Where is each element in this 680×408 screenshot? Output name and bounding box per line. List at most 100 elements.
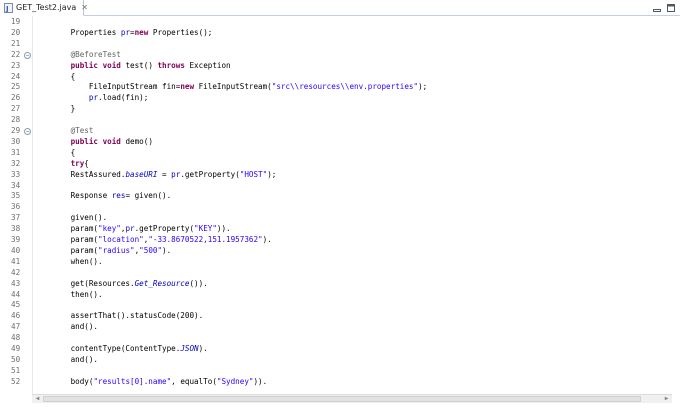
code-line[interactable]: param("key",pr.getProperty("KEY")).: [34, 224, 231, 235]
code-token: {: [34, 147, 76, 157]
line-number: 36: [11, 202, 21, 212]
line-number: 19: [11, 17, 21, 26]
code-token: given().: [34, 213, 108, 223]
scroll-left-icon[interactable]: ◀: [33, 395, 42, 403]
code-line[interactable]: param("radius","500").: [34, 245, 172, 257]
code-line[interactable]: and().: [34, 355, 98, 366]
line-number: 46: [11, 311, 21, 321]
code-token: param(: [34, 224, 99, 234]
close-icon[interactable]: ✕: [81, 3, 88, 12]
code-line[interactable]: Response res= given().: [34, 191, 172, 202]
line-number: 44: [11, 289, 21, 299]
code-token: public: [70, 60, 99, 70]
code-token: .getProperty(: [134, 224, 195, 234]
code-line[interactable]: when().: [34, 257, 103, 268]
code-token: @Test: [34, 126, 94, 135]
line-number: 37: [11, 213, 21, 223]
line-number: 50: [11, 354, 21, 364]
scrollbar-thumb[interactable]: [43, 396, 641, 402]
line-number: 52: [11, 376, 21, 386]
line-number: 27: [11, 104, 21, 114]
code-token: JSON: [180, 344, 199, 353]
code-token: }: [34, 104, 76, 114]
line-number: 48: [11, 333, 21, 343]
line-number: 39: [11, 235, 21, 244]
code-line[interactable]: {: [34, 72, 76, 83]
code-line[interactable]: pr.load(fin);: [34, 93, 148, 104]
horizontal-scrollbar[interactable]: ◀ ▶: [32, 394, 672, 403]
code-line[interactable]: and().: [34, 322, 98, 333]
code-token: "500": [139, 245, 163, 255]
code-token: throws: [157, 60, 185, 70]
code-token: and().: [34, 354, 99, 364]
code-token: "KEY": [194, 224, 217, 234]
minimize-icon[interactable]: [651, 2, 662, 13]
code-token: demo(): [120, 136, 153, 146]
code-token: when().: [34, 256, 103, 266]
code-editor[interactable]: 19 20 21 22−23 24 25 26 27 28 29−30 31 32 33 34 35 36 37…: [0, 16, 680, 394]
code-token: Response: [34, 191, 112, 201]
code-line[interactable]: @Test: [34, 126, 94, 137]
maximize-icon[interactable]: [665, 2, 676, 13]
code-line[interactable]: Properties pr=new Properties();: [34, 27, 213, 39]
line-number: 49: [11, 344, 21, 353]
line-number: 26: [11, 93, 21, 103]
code-token: pr: [171, 169, 181, 179]
scroll-right-icon[interactable]: ▶: [662, 395, 671, 403]
code-token: and().: [34, 322, 99, 332]
code-line[interactable]: public void demo(): [34, 137, 153, 148]
code-token: .getProperty(: [180, 169, 240, 179]
code-token: res: [111, 191, 126, 201]
line-number: 28: [11, 115, 21, 125]
code-line[interactable]: assertThat().statusCode(200).: [34, 311, 204, 322]
line-number: 32: [11, 158, 21, 168]
code-token: )).: [216, 224, 231, 234]
code-token: "Sydney": [216, 376, 254, 386]
code-line[interactable]: body("results[0].name", equalTo("Sydney"…: [34, 376, 268, 388]
code-token: try: [70, 158, 85, 168]
code-line[interactable]: FileInputStream fin=new FileInputStream(…: [34, 82, 427, 93]
code-line[interactable]: @BeforeTest: [34, 50, 121, 61]
tab-get-test2-java[interactable]: J GET_Test2.java ✕: [0, 0, 88, 16]
code-token: )).: [253, 376, 268, 386]
code-token: );: [418, 82, 428, 92]
code-token: {: [84, 158, 89, 168]
line-number: 21: [11, 38, 21, 48]
code-token: "results[0].name": [93, 376, 172, 386]
code-line[interactable]: public void test() throws Exception: [34, 61, 231, 72]
code-token: "location": [98, 235, 144, 244]
line-number: 25: [11, 82, 21, 92]
code-line[interactable]: param("location","-33.8670522,151.195736…: [34, 235, 272, 246]
code-line[interactable]: get(Resources.Get_Resource()).: [34, 279, 208, 290]
line-number: 33: [11, 169, 21, 179]
code-token: void: [102, 136, 121, 146]
line-number: 42: [11, 267, 21, 277]
code-token: "src\\resources\\env.properties": [271, 82, 419, 92]
code-line[interactable]: contentType(ContentType.JSON).: [34, 344, 208, 355]
code-line[interactable]: {: [34, 147, 76, 159]
fold-collapse-icon[interactable]: −: [24, 51, 31, 59]
code-token: "key": [98, 224, 121, 234]
code-token: pr: [120, 27, 131, 37]
line-number: 47: [11, 322, 21, 332]
code-token: FileInputStream(: [194, 82, 272, 92]
code-token: ).: [262, 235, 272, 244]
line-number-gutter: 19 20 21 22−23 24 25 26 27 28 29−30 31 32 33 34 35 36 37…: [0, 16, 33, 394]
code-line[interactable]: RestAssured.baseURI = pr.getProperty("HO…: [34, 169, 277, 181]
code-token: new: [134, 27, 149, 37]
code-token: ()).: [189, 278, 208, 288]
code-token: body(: [34, 376, 94, 386]
code-line[interactable]: then().: [34, 290, 103, 301]
code-line[interactable]: }: [34, 104, 76, 115]
code-token: pr: [125, 224, 135, 234]
code-token: = given().: [125, 191, 172, 201]
code-token: );: [267, 169, 277, 179]
code-line[interactable]: try{: [34, 159, 89, 170]
fold-collapse-icon[interactable]: −: [24, 128, 31, 135]
code-token: param(: [34, 245, 99, 255]
code-line[interactable]: given().: [34, 213, 108, 224]
svg-text:J: J: [5, 5, 9, 13]
